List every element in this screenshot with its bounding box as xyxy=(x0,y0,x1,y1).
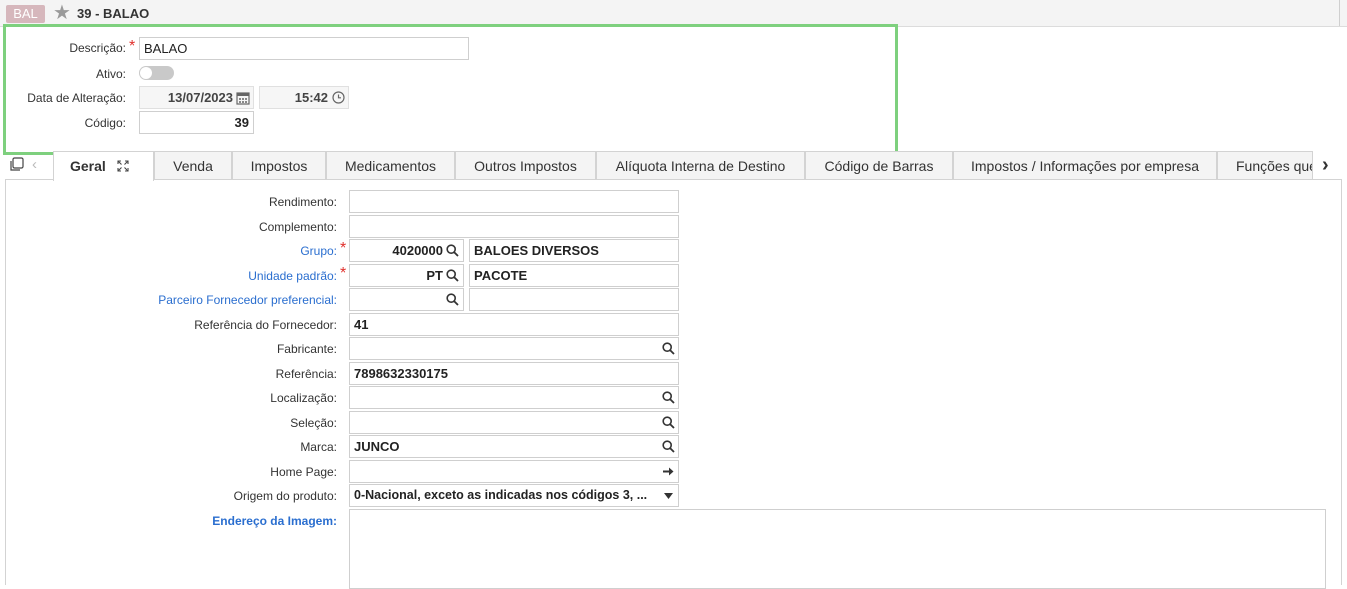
codigo-label: Código: xyxy=(84,116,126,130)
grupo-label[interactable]: Grupo: xyxy=(37,244,337,258)
required-marker: * xyxy=(340,240,347,257)
expand-icon[interactable] xyxy=(117,160,129,172)
origem-produto-select[interactable]: 0-Nacional, exceto as indicadas nos códi… xyxy=(349,484,679,507)
caret-down-icon[interactable] xyxy=(664,493,673,499)
tab-medicamentos[interactable]: Medicamentos xyxy=(326,151,455,179)
tab-geral[interactable]: Geral xyxy=(53,151,154,181)
data-alteracao-field: 13/07/2023 xyxy=(139,86,254,109)
endereco-imagem-label[interactable]: Endereço da Imagem: xyxy=(37,514,337,528)
descricao-input[interactable]: BALAO xyxy=(139,37,469,60)
codigo-input[interactable]: 39 xyxy=(139,111,254,134)
window-abbreviation-badge: BAL xyxy=(6,5,45,23)
copy-icon[interactable] xyxy=(9,157,24,172)
complemento-input[interactable] xyxy=(349,215,679,238)
title-bar-divider xyxy=(1339,0,1340,26)
arrow-right-icon[interactable] xyxy=(662,465,675,478)
title-bar xyxy=(0,0,1347,27)
referencia-label: Referência: xyxy=(275,367,337,381)
referencia-input[interactable]: 7898632330175 xyxy=(349,362,679,385)
referencia-fornecedor-input[interactable]: 41 xyxy=(349,313,679,336)
required-marker: * xyxy=(340,265,347,282)
marca-label: Marca: xyxy=(300,440,337,454)
parceiro-fornecedor-label[interactable]: Parceiro Fornecedor preferencial: xyxy=(37,293,337,307)
toggle-knob xyxy=(140,67,152,79)
search-icon[interactable] xyxy=(662,342,675,355)
unidade-padrao-label[interactable]: Unidade padrão: xyxy=(37,269,337,283)
tab-outros-impostos[interactable]: Outros Impostos xyxy=(455,151,596,179)
fabricante-label: Fabricante: xyxy=(276,342,337,356)
clock-icon[interactable] xyxy=(332,91,345,104)
ativo-toggle[interactable] xyxy=(139,66,174,80)
tab-venda[interactable]: Venda xyxy=(154,151,232,179)
tabs-scroll-left-icon[interactable]: ‹ xyxy=(32,156,37,173)
grupo-description: BALOES DIVERSOS xyxy=(469,239,679,262)
homepage-input[interactable] xyxy=(349,460,679,483)
localizacao-label: Localização: xyxy=(270,391,337,405)
tab-impostos-informacoes-empresa[interactable]: Impostos / Informações por empresa xyxy=(953,151,1217,179)
marca-input[interactable]: JUNCO xyxy=(349,435,679,458)
data-alteracao-label: Data de Alteração: xyxy=(27,91,126,105)
homepage-label: Home Page: xyxy=(270,465,337,479)
calendar-icon[interactable] xyxy=(236,91,250,105)
search-icon[interactable] xyxy=(446,293,459,306)
tab-aliquota-interna-destino[interactable]: Alíquota Interna de Destino xyxy=(596,151,805,179)
tabs-scroll-right-icon[interactable]: › xyxy=(1322,154,1329,177)
required-marker: * xyxy=(129,38,136,55)
tab-label: Geral xyxy=(70,158,106,174)
hora-alteracao-value: 15:42 xyxy=(294,90,328,105)
fabricante-input[interactable] xyxy=(349,337,679,360)
search-icon[interactable] xyxy=(662,391,675,404)
localizacao-input[interactable] xyxy=(349,386,679,409)
window-title: 39 - BALAO xyxy=(77,6,150,21)
search-icon[interactable] xyxy=(446,244,459,257)
complemento-label: Complemento: xyxy=(258,220,337,234)
endereco-imagem-textarea[interactable] xyxy=(349,509,1326,589)
star-icon[interactable]: ★ xyxy=(53,2,71,24)
unidade-description: PACOTE xyxy=(469,264,679,287)
selecao-label: Seleção: xyxy=(290,416,337,430)
ativo-label: Ativo: xyxy=(95,67,126,81)
search-icon[interactable] xyxy=(446,269,459,282)
rendimento-label: Rendimento: xyxy=(268,195,337,209)
search-icon[interactable] xyxy=(662,416,675,429)
tab-funcoes-que[interactable]: Funções que xyxy=(1217,151,1313,179)
referencia-fornecedor-label: Referência do Fornecedor: xyxy=(194,318,337,332)
tab-impostos[interactable]: Impostos xyxy=(232,151,326,179)
tab-codigo-de-barras[interactable]: Código de Barras xyxy=(805,151,953,179)
data-alteracao-value: 13/07/2023 xyxy=(167,90,233,105)
selecao-input[interactable] xyxy=(349,411,679,434)
origem-produto-label: Origem do produto: xyxy=(233,489,337,503)
rendimento-input[interactable] xyxy=(349,190,679,213)
hora-alteracao-field: 15:42 xyxy=(259,86,349,109)
descricao-label: Descrição: xyxy=(69,41,126,55)
parceiro-description xyxy=(469,288,679,311)
search-icon[interactable] xyxy=(662,440,675,453)
